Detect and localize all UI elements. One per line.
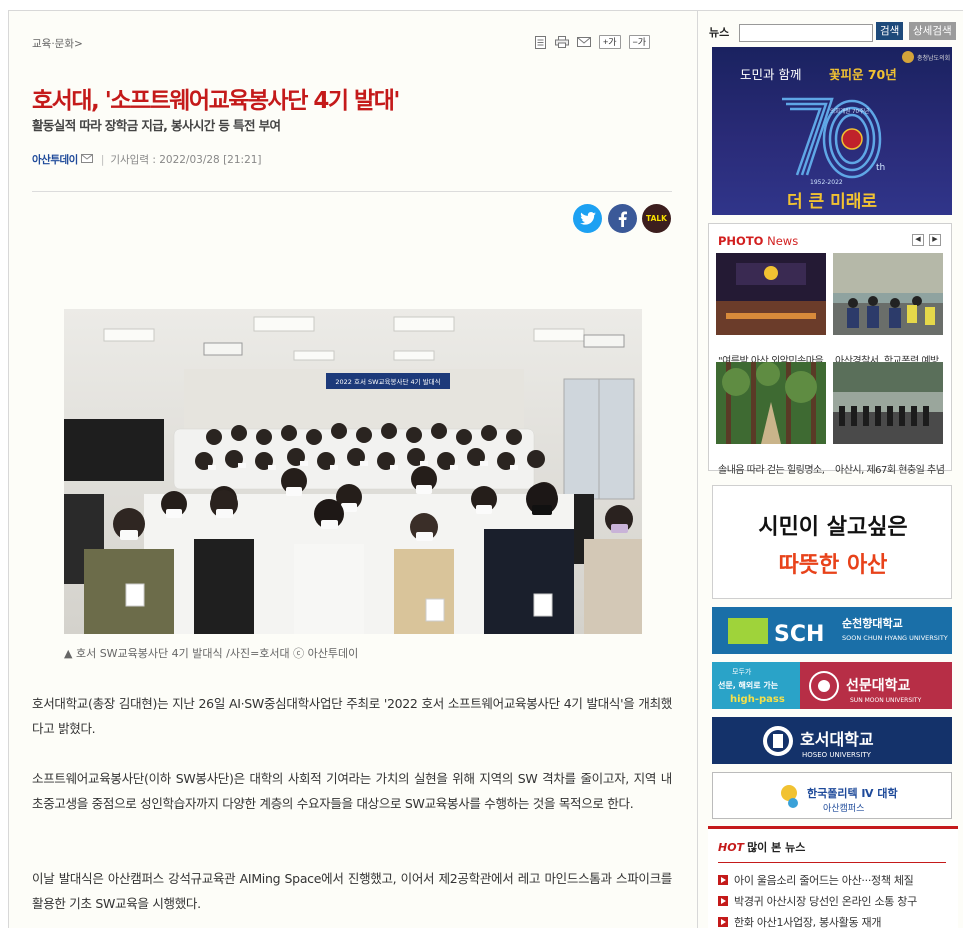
- sunmoon-small2: 선문, 해외로 가는: [718, 680, 779, 690]
- most-viewed-item-3[interactable]: 한화 아산1사업장, 봉사활동 재개: [718, 914, 881, 928]
- banner70-bottom-text: 더 큰 미래로: [787, 192, 877, 212]
- article-date: 기사입력 : 2022/03/28 [21:21]: [110, 154, 262, 166]
- photo-news-thumb-1[interactable]: [716, 253, 826, 335]
- sunmoon-small1: 모두가: [732, 667, 752, 676]
- banner70-top-text: 도민과 함께: [740, 67, 801, 82]
- most-viewed-title-text: 많이 본 뉴스: [747, 841, 806, 854]
- font-size-minus-button[interactable]: −가: [628, 35, 651, 49]
- sch-logo: SCH: [774, 622, 824, 647]
- most-viewed-item-2[interactable]: 박경귀 아산시장 당선인 온라인 소통 창구: [718, 893, 917, 909]
- sunmoon-university-ad[interactable]: 모두가 선문, 해외로 가는 high-pass 선문대학교 SUN MOON …: [712, 662, 952, 709]
- hot-label: HOT: [718, 841, 745, 854]
- photo-news-caption-3[interactable]: 솔내음 따라 걷는 힐링명소,: [718, 461, 836, 476]
- photo-news-caption-4[interactable]: 아산시, 제67회 현충일 추념: [835, 461, 953, 476]
- author-link[interactable]: 아산투데이: [32, 152, 78, 167]
- email-icon[interactable]: [577, 35, 591, 49]
- breadcrumb-arrow: >: [73, 38, 83, 50]
- most-viewed-item-label: 박경귀 아산시장 당선인 온라인 소통 창구: [734, 895, 917, 908]
- photo-news-title-b: News: [763, 234, 799, 248]
- breadcrumb-section[interactable]: 교육·문화: [32, 38, 74, 50]
- article-tools: +가 −가: [533, 35, 651, 49]
- detail-search-button[interactable]: 상세검색: [909, 22, 956, 40]
- photo-news-thumb-4[interactable]: [833, 362, 943, 444]
- sch-kr: 순천향대학교: [842, 616, 903, 630]
- sunmoon-kr: 선문대학교: [846, 678, 911, 694]
- banner70-highlight: 꽃피운 70년: [829, 67, 897, 82]
- facebook-share-button[interactable]: [608, 204, 637, 233]
- news-search-input[interactable]: [739, 24, 873, 42]
- sch-en: SOON CHUN HYANG UNIVERSITY: [842, 634, 948, 642]
- photo-caption: ▲ 호서 SW교육봉사단 4기 발대식 /사진=호서대 ⓒ 아산투데이: [64, 647, 359, 660]
- article-headline: 호서대, '소프트웨어교육봉사단 4기 발대': [32, 88, 400, 114]
- photo-news-thumb-3[interactable]: [716, 362, 826, 444]
- arrow-bullet-icon: [718, 875, 728, 885]
- arrow-bullet-icon: [718, 917, 728, 927]
- arrow-bullet-icon: [718, 896, 728, 906]
- sunmoon-small3: high-pass: [730, 694, 785, 705]
- most-viewed-news-box: HOT 많이 본 뉴스 아이 울음소리 줄어드는 아산···정책 체질 박경귀 아…: [708, 826, 958, 928]
- document-icon[interactable]: [533, 35, 547, 49]
- twitter-share-button[interactable]: [573, 204, 602, 233]
- banner70-th: th: [876, 163, 885, 173]
- facebook-f-icon: [618, 211, 627, 227]
- asan-ad-line2: 따뜻한 아산: [779, 553, 888, 578]
- breadcrumb[interactable]: 교육·문화>: [32, 36, 83, 51]
- photo-news-title: PHOTO News: [718, 234, 798, 248]
- photo-news-thumb-2[interactable]: [833, 253, 943, 335]
- news-search-label: 뉴스: [709, 26, 730, 39]
- polytech-ad[interactable]: 한국폴리텍 Ⅳ 대학 아산캠퍼스: [712, 772, 952, 819]
- most-viewed-item-label: 아이 울음소리 줄어드는 아산···정책 체질: [734, 874, 914, 887]
- banner70-years: 1952-2022: [810, 179, 843, 186]
- search-button[interactable]: 검색: [876, 22, 904, 40]
- photo-news-box: PHOTO News ◀ ▶ "여름밤 아산 외암민속마을 아산경찰서, 학교폭…: [708, 223, 952, 476]
- asan-city-ad[interactable]: 시민이 살고싶은 따뜻한 아산: [712, 485, 952, 599]
- article-column: 교육·문화> +가 −가 호서대, '소프트웨어교육봉사단 4기 발대' 활동실…: [9, 11, 698, 928]
- photo-news-prev-button[interactable]: ◀: [912, 234, 924, 246]
- hoseo-kr: 호서대학교: [800, 730, 874, 749]
- most-viewed-title: HOT 많이 본 뉴스: [718, 839, 805, 855]
- print-icon[interactable]: [555, 35, 569, 49]
- most-viewed-item-label: 한화 아산1사업장, 봉사활동 재개: [734, 916, 882, 928]
- right-sidebar: 뉴스 검색 상세검색 충청남도의회 도민과 함께 꽃피운 70년 의회개원 70…: [699, 11, 963, 928]
- author-email-icon[interactable]: [80, 153, 93, 166]
- polytech-line1: 한국폴리텍 Ⅳ 대학: [807, 786, 898, 800]
- banner70-badge: 충청남도의회: [917, 54, 950, 62]
- most-viewed-divider: [718, 862, 946, 863]
- article-subhead: 활동실적 따라 장학금 지급, 봉사시간 등 특전 부여: [32, 118, 281, 133]
- most-viewed-item-1[interactable]: 아이 울음소리 줄어드는 아산···정책 체질: [718, 872, 914, 888]
- hoseo-en: HOSEO UNIVERSITY: [802, 751, 872, 759]
- sunmoon-en: SUN MOON UNIVERSITY: [850, 697, 922, 704]
- sch-university-ad[interactable]: SCH 순천향대학교 SOON CHUN HYANG UNIVERSITY: [712, 607, 952, 654]
- article-paragraph-2: 소프트웨어교육봉사단(이하 SW봉사단)은 대학의 사회적 기여라는 가치의 실…: [32, 771, 672, 811]
- hoseo-university-ad[interactable]: 호서대학교 HOSEO UNIVERSITY: [712, 717, 952, 764]
- kakao-talk-label: TALK: [646, 214, 667, 223]
- twitter-bird-icon: [579, 212, 596, 225]
- byline-divider: [32, 191, 672, 192]
- article-photo: 2022 호서 SW교육봉사단 4기 발대식: [64, 309, 642, 634]
- kakaostory-share-button[interactable]: TALK: [642, 204, 671, 233]
- banner70-small-label: 의회개원 70주년: [830, 107, 869, 115]
- assembly-70th-banner[interactable]: 충청남도의회 도민과 함께 꽃피운 70년 의회개원 70주년 1952-202…: [712, 47, 952, 215]
- font-size-plus-button[interactable]: +가: [599, 35, 621, 49]
- asan-ad-line1: 시민이 살고싶은: [758, 515, 907, 540]
- article-byline: 아산투데이 | 기사입력 : 2022/03/28 [21:21]: [32, 152, 262, 167]
- article-paragraph-3: 이날 발대식은 아산캠퍼스 강석규교육관 AIMing Space에서 진행했고…: [32, 871, 672, 911]
- photo-news-title-a: PHOTO: [718, 234, 764, 248]
- photo-news-next-button[interactable]: ▶: [929, 234, 941, 246]
- article-paragraph-1: 호서대학교(총장 김대현)는 지난 26일 AI·SW중심대학사업단 주최로 '…: [32, 696, 672, 736]
- byline-separator: |: [100, 153, 105, 166]
- page-frame: 교육·문화> +가 −가 호서대, '소프트웨어교육봉사단 4기 발대' 활동실…: [8, 10, 963, 928]
- photo-banner-text: 2022 호서 SW교육봉사단 4기 발대식: [335, 377, 440, 386]
- polytech-line2: 아산캠퍼스: [823, 802, 864, 814]
